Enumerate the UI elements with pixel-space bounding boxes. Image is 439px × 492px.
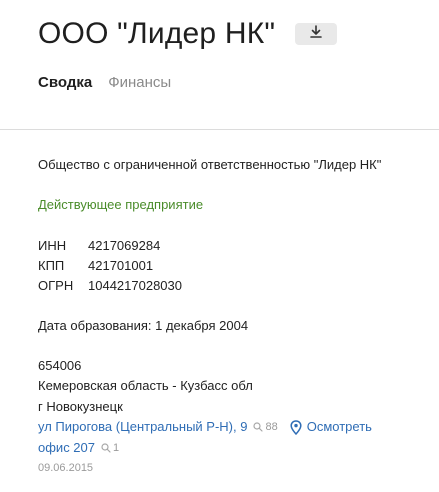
tab-bar: Сводка Финансы — [38, 74, 171, 92]
code-value: 4217069284 — [88, 238, 161, 253]
address-street-link[interactable]: ул Пирогова (Центральный Р-Н), 9 — [38, 418, 247, 436]
street-count-value: 88 — [265, 421, 278, 433]
search-icon — [253, 422, 264, 432]
office-search-count[interactable]: 1 — [101, 439, 119, 457]
founded-date: Дата образования: 1 декабря 2004 — [38, 318, 249, 333]
divider — [0, 129, 439, 130]
map-pin-icon — [290, 419, 302, 435]
tab-finances[interactable]: Финансы — [108, 74, 171, 92]
view-on-map-link[interactable]: Осмотреть — [290, 418, 372, 436]
page-header: ООО "Лидер НК" — [38, 14, 338, 54]
postal-code: 654006 — [38, 358, 82, 373]
status-badge: Действующее предприятие — [38, 197, 204, 212]
street-search-count[interactable]: 88 — [253, 418, 278, 436]
address-office-link[interactable]: офис 207 — [38, 439, 95, 457]
address-office-row: офис 207 1 — [38, 439, 119, 457]
office-count-value: 1 — [113, 442, 120, 454]
code-label: ОГРН — [38, 278, 74, 293]
code-value: 1044217028030 — [88, 278, 182, 293]
code-label: ИНН — [38, 238, 67, 253]
tab-summary[interactable]: Сводка — [38, 74, 92, 92]
address-street-row: ул Пирогова (Центральный Р-Н), 9 88 Осмо… — [38, 418, 372, 436]
page-title: ООО "Лидер НК" — [38, 17, 276, 50]
view-on-map-label: Осмотреть — [306, 419, 372, 434]
code-value: 421701001 — [88, 258, 154, 273]
download-button[interactable] — [295, 23, 338, 45]
code-row-ogrn: ОГРН 1044217028030 — [38, 276, 182, 296]
download-icon — [309, 24, 323, 44]
address-region: Кемеровская область - Кузбасс обл — [38, 378, 253, 393]
code-row-inn: ИНН 4217069284 — [38, 236, 182, 256]
address-city: г Новокузнецк — [38, 399, 123, 414]
code-label: КПП — [38, 258, 65, 273]
search-icon — [101, 443, 111, 453]
company-full-name: Общество с ограниченной ответственностью… — [38, 157, 382, 172]
address-date: 09.06.2015 — [38, 462, 94, 474]
code-row-kpp: КПП 421701001 — [38, 256, 182, 276]
registration-codes: ИНН 4217069284 КПП 421701001 ОГРН 104421… — [38, 236, 182, 296]
